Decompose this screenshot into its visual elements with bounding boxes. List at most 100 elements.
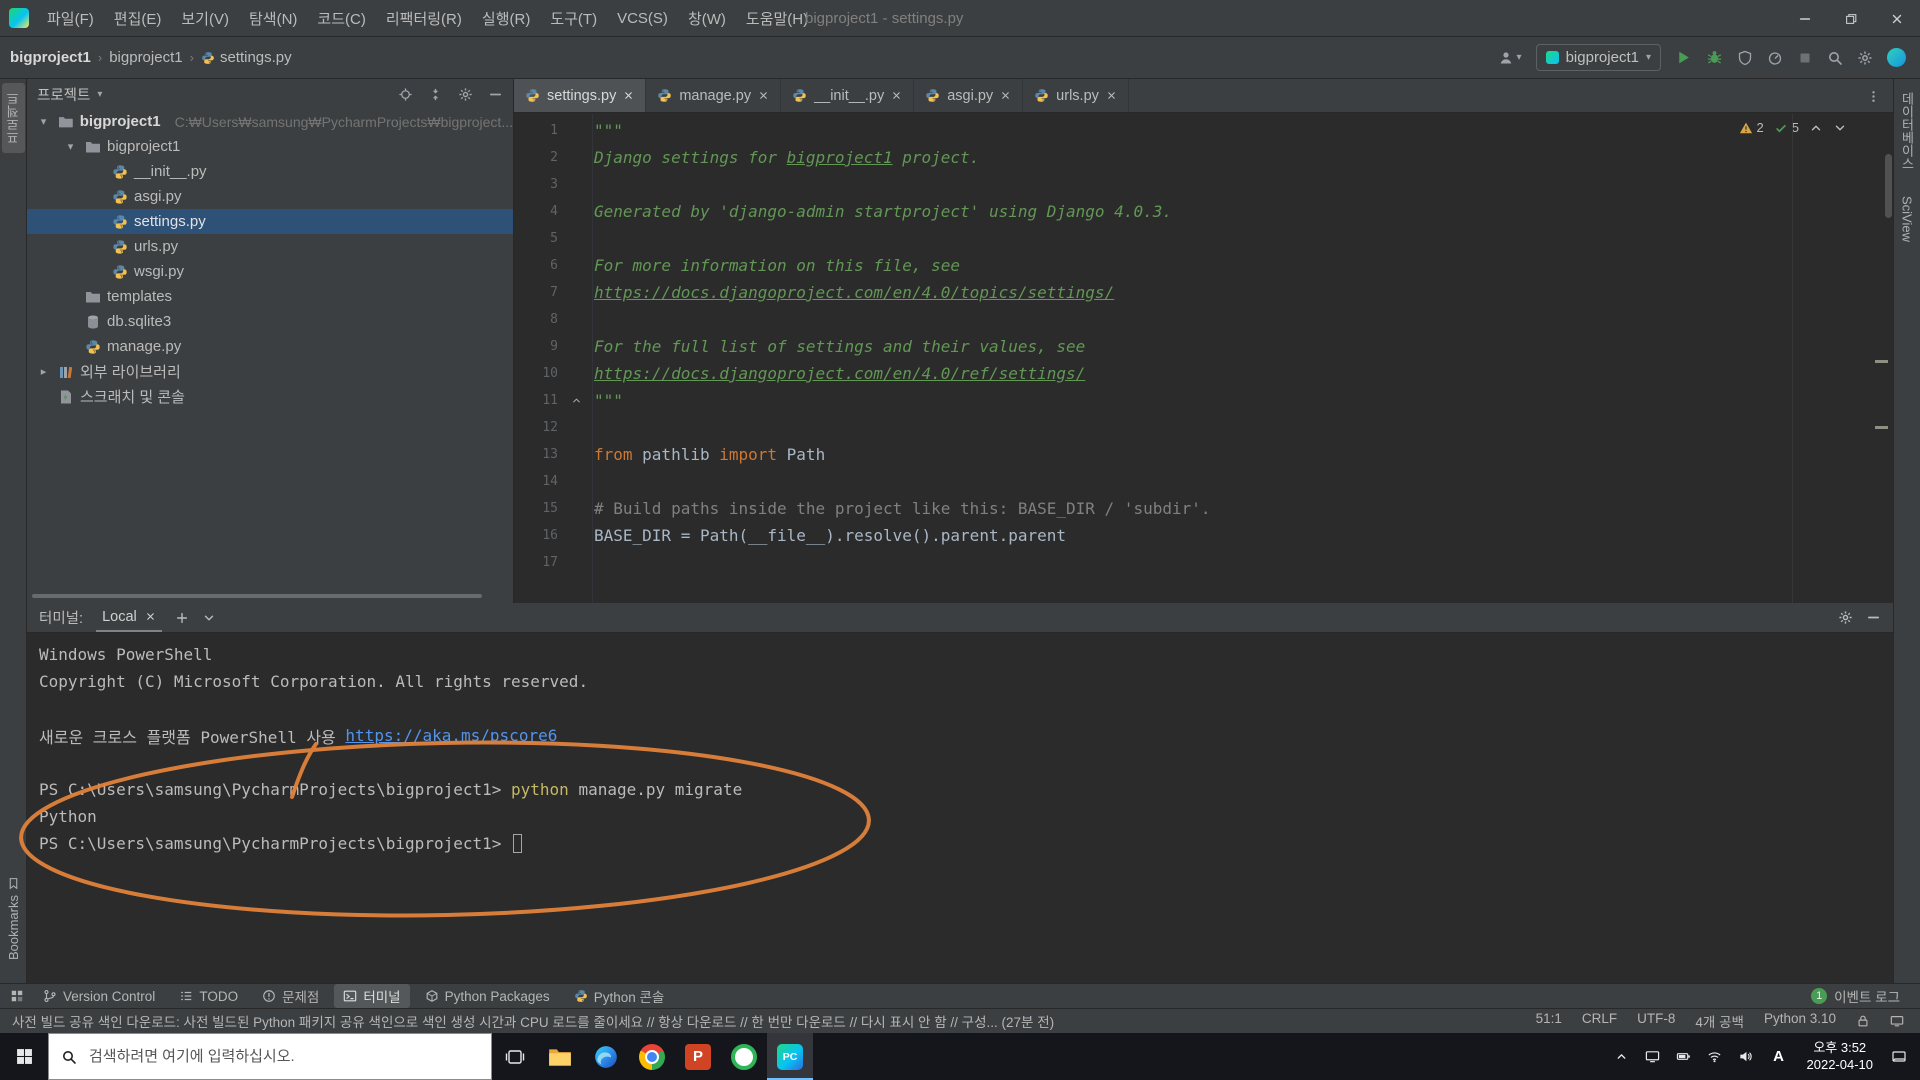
run-button[interactable] — [1675, 49, 1692, 66]
terminal-tab-local[interactable]: Local — [96, 603, 162, 632]
taskbar-app-file-explorer[interactable] — [537, 1033, 583, 1080]
next-problem-icon[interactable] — [1833, 121, 1847, 135]
breadcrumb-item[interactable]: bigproject1 — [10, 49, 91, 66]
taskbar-app-pycharm[interactable]: PC — [767, 1033, 813, 1080]
tree-item[interactable]: db.sqlite3 — [27, 309, 513, 334]
editor-tab[interactable]: urls.py — [1023, 79, 1129, 112]
tray-display-button[interactable] — [1637, 1033, 1668, 1080]
write-access-lock-icon[interactable] — [1856, 1014, 1870, 1028]
status-widget[interactable]: Python 3.10 — [1764, 1011, 1836, 1031]
taskbar-app-chrome[interactable] — [629, 1033, 675, 1080]
taskbar-search[interactable] — [48, 1033, 492, 1080]
profiler-button[interactable] — [1767, 50, 1783, 66]
tray-expand-button[interactable] — [1606, 1033, 1637, 1080]
menu-item[interactable]: 탐색(N) — [239, 0, 307, 36]
locate-file-icon[interactable] — [398, 87, 413, 102]
breadcrumb-item[interactable]: bigproject1 — [109, 49, 182, 66]
tree-item[interactable]: __init__.py — [27, 159, 513, 184]
task-view-button[interactable] — [492, 1033, 537, 1080]
menu-item[interactable]: 실행(R) — [472, 0, 540, 36]
tray-battery-button[interactable] — [1668, 1033, 1699, 1080]
error-stripe-mark[interactable] — [1875, 360, 1888, 363]
status-widget[interactable]: UTF-8 — [1637, 1011, 1675, 1031]
tree-item[interactable]: ▸ 외부 라이브러리 — [27, 359, 513, 384]
previous-problem-icon[interactable] — [1809, 121, 1823, 135]
tree-item[interactable]: wsgi.py — [27, 259, 513, 284]
menu-item[interactable]: 도구(T) — [540, 0, 607, 36]
menu-item[interactable]: 리팩터링(R) — [376, 0, 472, 36]
chevron-down-icon[interactable] — [202, 611, 216, 625]
close-icon[interactable] — [623, 90, 634, 101]
status-widget[interactable]: 51:1 — [1536, 1011, 1562, 1031]
search-everywhere-icon[interactable] — [1827, 50, 1843, 66]
tray-volume-button[interactable] — [1730, 1033, 1761, 1080]
taskbar-app-edge[interactable] — [583, 1033, 629, 1080]
menu-item[interactable]: 보기(V) — [171, 0, 239, 36]
tool-window-stripe-button[interactable]: 프로젝트 — [1, 83, 25, 153]
minimize-button[interactable] — [1782, 0, 1828, 37]
panel-settings-icon[interactable] — [458, 87, 473, 102]
status-widget[interactable]: CRLF — [1582, 1011, 1617, 1031]
action-center-button[interactable] — [1883, 1033, 1914, 1080]
tool-window-button[interactable]: 문제점 — [253, 984, 328, 1008]
tree-item[interactable]: asgi.py — [27, 184, 513, 209]
debug-button[interactable] — [1706, 49, 1723, 66]
menu-item[interactable]: 코드(C) — [307, 0, 375, 36]
clock[interactable]: 오후 3:52 2022-04-10 — [1797, 1040, 1884, 1073]
tree-item[interactable]: manage.py — [27, 334, 513, 359]
tray-network-button[interactable] — [1699, 1033, 1730, 1080]
terminal-link[interactable]: https://aka.ms/pscore6 — [345, 726, 557, 745]
menu-item[interactable]: 파일(F) — [37, 0, 104, 36]
tree-item[interactable]: urls.py — [27, 234, 513, 259]
status-link[interactable]: 한 번만 다운로드 — [751, 1015, 845, 1030]
close-icon[interactable] — [758, 90, 769, 101]
status-link[interactable]: 항상 다운로드 — [658, 1015, 736, 1030]
close-icon[interactable] — [1106, 90, 1117, 101]
settings-icon[interactable] — [1857, 50, 1873, 66]
chevron-down-icon[interactable]: ▾ — [62, 140, 79, 153]
code-editor[interactable]: 1 """ 2 Django settings for bigproject1 pro… — [514, 114, 1893, 603]
status-link[interactable]: 구성... — [962, 1015, 998, 1030]
chevron-down-icon[interactable]: ▾ — [97, 89, 102, 100]
editor-tab[interactable]: asgi.py — [914, 79, 1024, 112]
hide-panel-icon[interactable] — [488, 87, 503, 102]
tab-options-button[interactable] — [1854, 79, 1893, 113]
terminal-output[interactable]: Windows PowerShell Copyright (C) Microsof… — [27, 633, 1893, 857]
close-button[interactable] — [1874, 0, 1920, 37]
close-icon[interactable] — [145, 611, 156, 622]
taskbar-app-powerpoint[interactable]: P — [675, 1033, 721, 1080]
inspections-widget[interactable]: 2 5 — [1739, 120, 1847, 135]
collapse-all-icon[interactable] — [428, 87, 443, 102]
tree-item[interactable]: templates — [27, 284, 513, 309]
taskbar-app-green-app[interactable] — [721, 1033, 767, 1080]
terminal-settings-icon[interactable] — [1838, 610, 1853, 625]
tree-item[interactable]: ▾ bigproject1 — [27, 134, 513, 159]
horizontal-scrollbar[interactable] — [32, 594, 482, 598]
tree-item[interactable]: settings.py — [27, 209, 513, 234]
event-log-widget[interactable]: 1 이벤트 로그 — [1811, 986, 1910, 1006]
tool-window-switcher-icon[interactable] — [10, 989, 24, 1003]
close-icon[interactable] — [1000, 90, 1011, 101]
tree-item[interactable]: 스크래치 및 콘솔 — [27, 384, 513, 409]
stop-button[interactable] — [1797, 50, 1813, 66]
status-widget[interactable]: 4개 공백 — [1695, 1011, 1744, 1031]
new-session-icon[interactable] — [175, 611, 189, 625]
maximize-button[interactable] — [1828, 0, 1874, 37]
coverage-button[interactable] — [1737, 50, 1753, 66]
tool-window-button[interactable]: Version Control — [34, 984, 164, 1008]
tool-window-stripe-button[interactable]: Bookmarks — [2, 868, 25, 969]
tree-item[interactable]: ▾ bigproject1 C:₩Users₩samsung₩PycharmProj… — [27, 109, 513, 134]
error-stripe-mark[interactable] — [1875, 426, 1888, 429]
tool-window-button[interactable]: 터미널 — [334, 984, 410, 1008]
start-button[interactable] — [0, 1033, 48, 1080]
tool-window-button[interactable]: TODO — [170, 984, 247, 1008]
hide-terminal-icon[interactable] — [1866, 610, 1881, 625]
editor-scrollbar[interactable] — [1885, 154, 1892, 218]
menu-item[interactable]: 창(W) — [678, 0, 736, 36]
search-input[interactable] — [87, 1047, 479, 1066]
chevron-down-icon[interactable]: ▾ — [35, 115, 52, 128]
tool-window-button[interactable]: Python 콘솔 — [565, 984, 674, 1008]
chevron-right-icon[interactable]: ▸ — [35, 365, 52, 378]
menu-item[interactable]: 편집(E) — [104, 0, 172, 36]
status-link[interactable]: 다시 표시 안 함 — [861, 1015, 947, 1030]
